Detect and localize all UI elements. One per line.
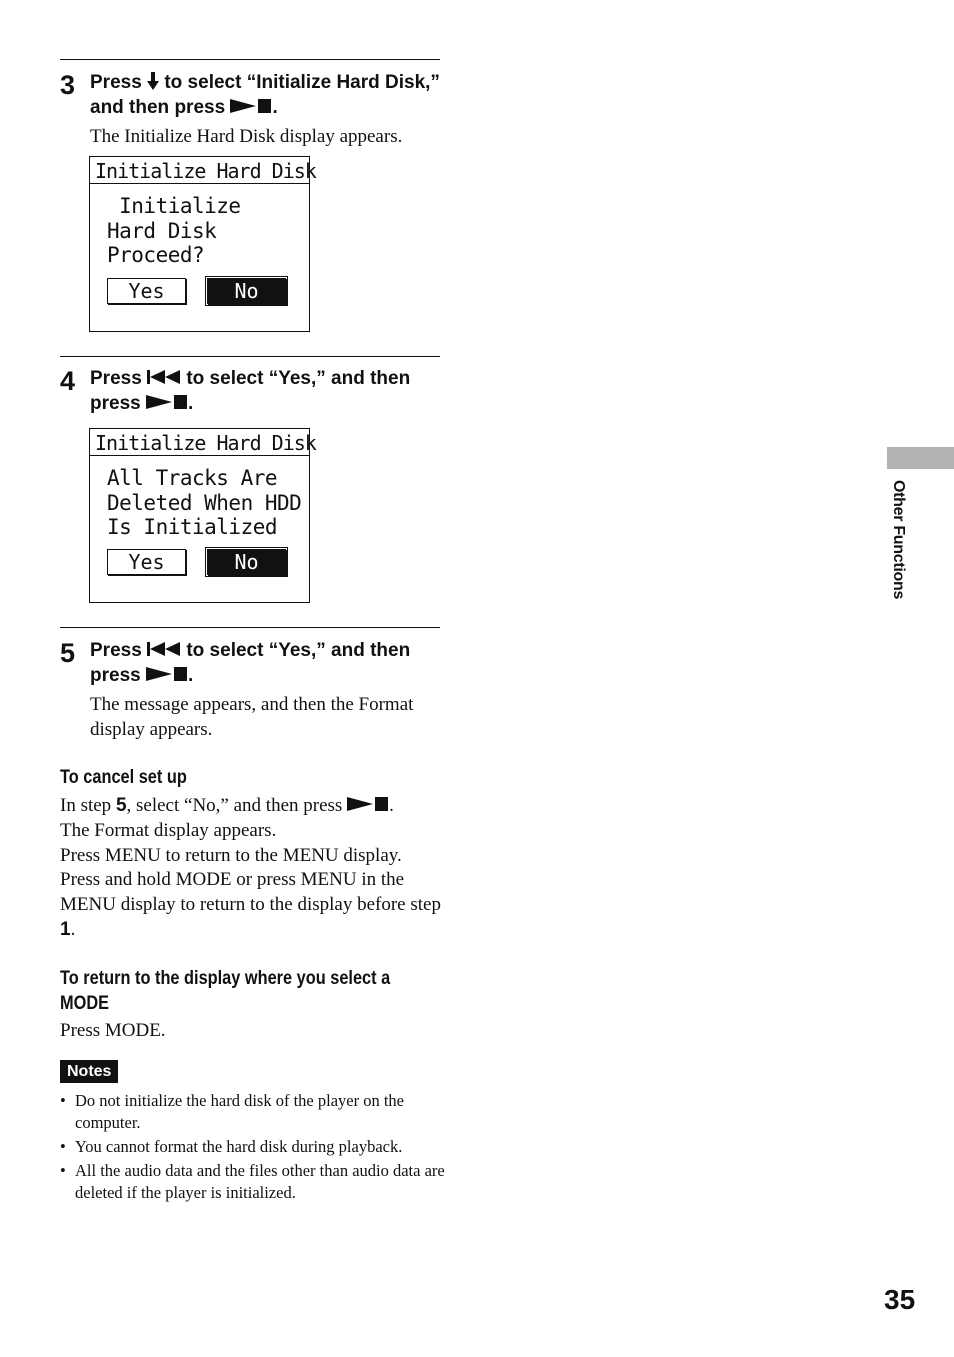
screen-message: All Tracks Are Deleted When HDD Is Initi… [107,466,302,539]
initialize-screen-warning: Initialize Hard Disk All Tracks Are Dele… [89,428,317,603]
screen-buttons: Yes No [107,276,288,306]
screen-message: Initialize Hard Disk Proceed? [107,194,241,267]
step-5-number: 5 [60,638,76,668]
step-4-number: 4 [60,366,76,396]
return-mode-heading: To return to the display where you selec… [60,968,391,1014]
play-stop-icon [230,99,272,113]
initialize-screen-proceed: Initialize Hard Disk Initialize Hard Dis… [89,156,317,332]
bullet-icon: • [60,1161,66,1180]
step-3-instruction: Press to select “Initialize Hard Disk,” … [90,72,440,118]
step-3-number: 3 [60,70,76,100]
yes-button[interactable]: Yes [107,278,186,304]
step-4-divider [60,356,440,357]
step-4: 4 Press to select “Yes,” and then press … [60,366,445,416]
step-3-description: The Initialize Hard Disk display appears… [90,126,403,147]
step-3-divider [60,59,440,60]
step-5-description: The message appears, and then the Format… [90,694,414,740]
screen-buttons: Yes No [107,547,288,577]
section-tab-marker [887,447,954,469]
bullet-icon: • [60,1091,66,1110]
note-item: • Do not initialize the hard disk of the … [60,1091,404,1132]
down-arrow-icon [147,72,160,90]
note-item: • You cannot format the hard disk during … [60,1137,403,1156]
bullet-icon: • [60,1137,66,1156]
play-stop-icon [347,797,389,811]
play-stop-icon [145,395,187,409]
notes-list: • Do not initialize the hard disk of the … [60,1090,445,1206]
play-stop-icon [145,667,187,681]
no-button-selected[interactable]: No [205,276,288,306]
no-button-selected[interactable]: No [205,547,288,577]
previous-track-icon [147,642,181,656]
note-item: • All the audio data and the files other … [60,1161,445,1202]
notes-badge: Notes [60,1060,119,1083]
cancel-text: In step 5, select “No,” and then press .… [60,795,441,940]
page-number: 35 [884,1284,916,1315]
step-3: 3 Press to select “Initialize Hard Disk,… [60,70,445,149]
section-label: Other Functions [890,480,907,600]
return-mode-text: Press MODE. [60,1020,166,1041]
yes-button[interactable]: Yes [107,549,186,575]
screen-title: Initialize Hard Disk [90,429,317,456]
previous-track-icon [147,370,181,384]
step-5-divider [60,627,440,628]
step-5: 5 Press to select “Yes,” and then press … [60,638,445,742]
screen-title: Initialize Hard Disk [90,157,317,184]
step-4-instruction: Press to select “Yes,” and then press . [90,368,411,414]
cancel-heading: To cancel set up [60,767,187,788]
step-5-instruction: Press to select “Yes,” and then press . [90,640,411,686]
